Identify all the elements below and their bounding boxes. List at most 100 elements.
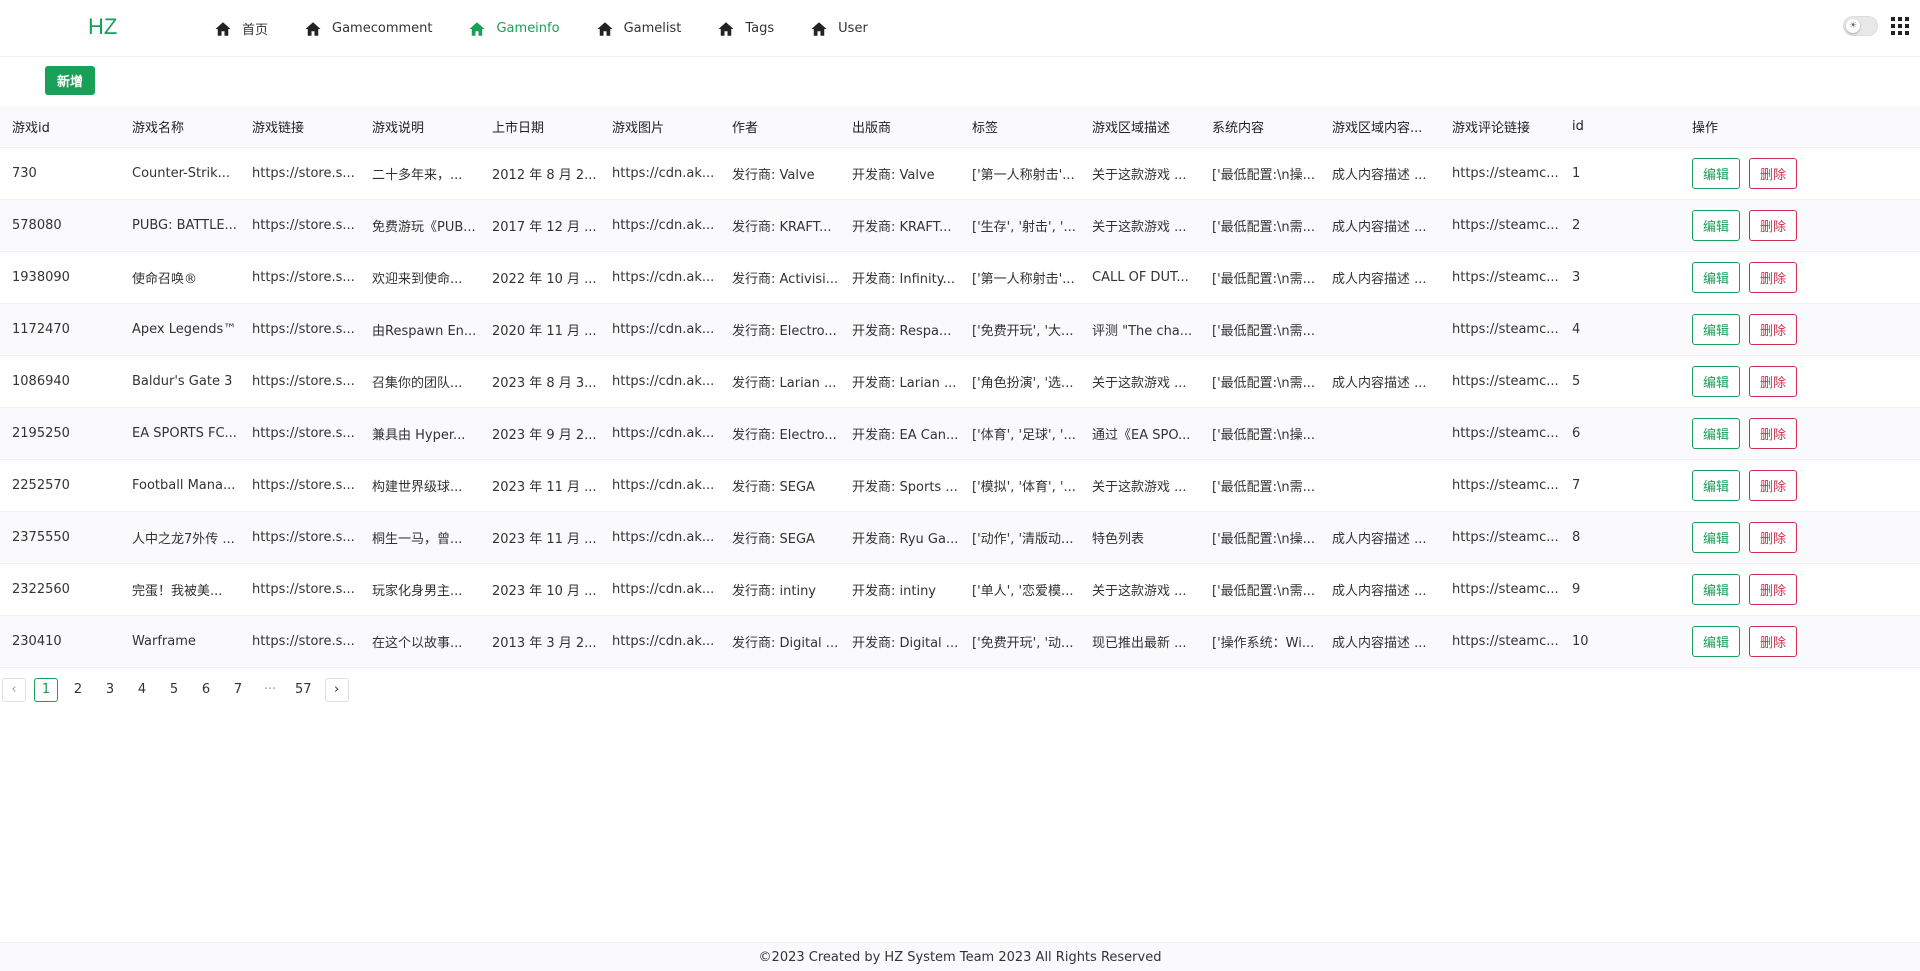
table-cell: 2023 年 8 月 3... [492,376,597,391]
column-header: 上市日期 [492,121,545,136]
row-actions: 编辑 删除 [1680,418,1880,449]
delete-button[interactable]: 删除 [1749,470,1798,501]
table-cell: 2012 年 8 月 2... [492,168,597,183]
delete-button[interactable]: 删除 [1749,158,1798,189]
table-cell: https://steamc... [1452,478,1559,493]
table-row: 2195250 EA SPORTS FC... https://store.s...… [0,408,1920,460]
table-cell: 关于这款游戏 ... [1092,584,1187,599]
page-button[interactable]: 2 [66,678,90,702]
table-cell: 2375550 [12,530,70,545]
table-cell: 6 [1572,426,1581,441]
table-cell: ['第一人称射击'... [972,168,1075,183]
table-cell: https://steamc... [1452,374,1559,389]
nav-item-label: Gamecomment [332,21,433,36]
table-cell: 现已推出最新 ... [1092,636,1187,651]
column-header: 操作 [1692,121,1719,136]
delete-button[interactable]: 删除 [1749,418,1798,449]
page-button[interactable]: 57 [290,678,317,702]
table-cell: 9 [1572,582,1581,597]
table-cell: https://store.s... [252,218,355,233]
table-cell: https://cdn.ak... [612,426,715,441]
edit-button[interactable]: 编辑 [1692,418,1741,449]
table-cell: ['最低配置:\n需... [1212,220,1316,235]
page-button[interactable]: 4 [130,678,154,702]
table-cell: 评测 "The cha... [1092,324,1193,339]
table-cell: ['生存', '射击', '... [972,220,1076,235]
edit-button[interactable]: 编辑 [1692,366,1741,397]
table-cell: https://cdn.ak... [612,322,715,337]
edit-button[interactable]: 编辑 [1692,626,1741,657]
table-cell: https://steamc... [1452,634,1559,649]
table-cell: 发行商: Activisi... [732,272,839,287]
row-actions: 编辑 删除 [1680,210,1880,241]
edit-button[interactable]: 编辑 [1692,262,1741,293]
table-cell: ['动作', '清版动... [972,532,1074,547]
nav-item-gamelist[interactable]: Gamelist [596,20,681,38]
delete-button[interactable]: 删除 [1749,574,1798,605]
delete-button[interactable]: 删除 [1749,366,1798,397]
page-button[interactable]: 6 [194,678,218,702]
nav-item-tags[interactable]: Tags [717,20,774,38]
add-button[interactable]: 新增 [45,66,95,95]
table-cell: 1172470 [12,322,70,337]
nav-item-gamecomment[interactable]: Gamecomment [304,20,432,38]
table-cell: https://store.s... [252,374,355,389]
nav-item-首页[interactable]: 首页 [214,19,268,38]
nav-item-label: Tags [745,21,775,36]
edit-button[interactable]: 编辑 [1692,522,1741,553]
delete-button[interactable]: 删除 [1749,314,1798,345]
table-cell: CALL OF DUT... [1092,270,1189,285]
home-icon [215,21,231,36]
table-cell: https://cdn.ak... [612,218,715,233]
table-cell: 关于这款游戏 ... [1092,220,1187,235]
page-ellipsis[interactable]: ··· [258,678,282,702]
edit-button[interactable]: 编辑 [1692,210,1741,241]
table-cell: https://cdn.ak... [612,166,715,181]
table-cell: ['单人', '恋爱模... [972,584,1074,599]
apps-grid-icon[interactable] [1891,17,1909,35]
table-cell: 7 [1572,478,1581,493]
table-cell: https://steamc... [1452,426,1559,441]
delete-button[interactable]: 删除 [1749,210,1798,241]
table-cell: 发行商: Electro... [732,324,837,339]
table-cell: https://store.s... [252,530,355,545]
edit-button[interactable]: 编辑 [1692,158,1741,189]
table-cell: https://store.s... [252,478,355,493]
table-cell: 关于这款游戏 ... [1092,168,1187,183]
table-body: 730 Counter-Strik... https://store.s... 二十多… [0,148,1920,668]
edit-button[interactable]: 编辑 [1692,314,1741,345]
table-cell: 2023 年 9 月 2... [492,428,597,443]
edit-button[interactable]: 编辑 [1692,574,1741,605]
page-button[interactable]: 1 [34,678,58,702]
table-cell: 发行商: Digital ... [732,636,839,651]
top-header: HZ 首页 Gamecomment Gameinfo Gamelist Tags User… [0,0,1920,57]
table-cell: https://cdn.ak... [612,374,715,389]
page-button[interactable]: 3 [98,678,122,702]
table-cell: 成人内容描述 ... [1332,220,1427,235]
page-button[interactable]: 7 [226,678,250,702]
table-cell: 1 [1572,166,1581,181]
nav-item-user[interactable]: User [810,20,868,38]
delete-button[interactable]: 删除 [1749,522,1798,553]
table-cell: ['最低配置:\n操... [1212,428,1316,443]
table-cell: 2022 年 10 月 ... [492,272,597,287]
next-page-button[interactable]: › [324,678,349,702]
table-cell: 通过《EA SPO... [1092,428,1191,443]
table-cell: 构建世界级球... [372,480,463,495]
page-button[interactable]: 5 [162,678,186,702]
nav-item-gameinfo[interactable]: Gameinfo [468,20,560,38]
nav-item-label: User [838,21,868,36]
edit-button[interactable]: 编辑 [1692,470,1741,501]
delete-button[interactable]: 删除 [1749,626,1798,657]
app-logo[interactable]: HZ [88,14,117,40]
column-header: 出版商 [852,121,892,136]
theme-toggle[interactable]: ☀ [1843,16,1878,36]
table-cell: Counter-Strik... [132,166,231,181]
delete-button[interactable]: 删除 [1749,262,1798,293]
table-cell: https://steamc... [1452,270,1559,285]
table-cell: 开发商: Infinity... [852,272,955,287]
table-header: 游戏id 游戏名称 游戏链接 游戏说明 上市日期 游戏图片 作者 出版商 标签 游戏区域描述 系统内… [0,106,1920,148]
prev-page-button[interactable]: ‹ [2,678,26,702]
home-icon [305,21,321,36]
table-cell: 兼具由 Hyper... [372,428,466,443]
